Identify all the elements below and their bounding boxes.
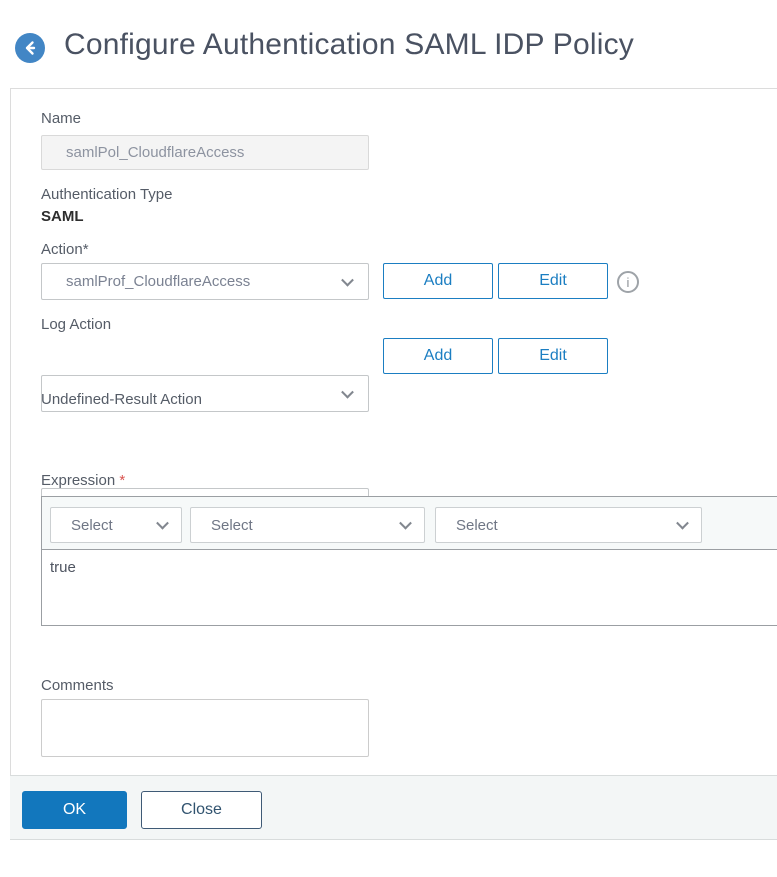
name-input[interactable] bbox=[41, 135, 369, 170]
action-dropdown-value: samlProf_CloudflareAccess bbox=[66, 273, 251, 290]
log-action-edit-button[interactable]: Edit bbox=[498, 338, 608, 374]
page-title: Configure Authentication SAML IDP Policy bbox=[64, 28, 634, 61]
expression-label: Expression * bbox=[41, 472, 126, 489]
action-edit-button[interactable]: Edit bbox=[498, 263, 608, 299]
undefined-result-action-label: Undefined-Result Action bbox=[41, 391, 202, 408]
ok-button[interactable]: OK bbox=[22, 791, 127, 829]
chevron-down-icon bbox=[341, 273, 354, 287]
chevron-down-icon bbox=[156, 516, 169, 530]
expression-select-2[interactable]: Select bbox=[190, 507, 425, 543]
chevron-down-icon bbox=[676, 516, 689, 530]
action-dropdown[interactable]: samlProf_CloudflareAccess bbox=[41, 263, 369, 300]
expression-select-3[interactable]: Select bbox=[435, 507, 702, 543]
expression-textarea[interactable]: true bbox=[42, 550, 777, 626]
info-icon[interactable]: i bbox=[617, 271, 639, 293]
name-label: Name bbox=[41, 110, 82, 127]
comments-label: Comments bbox=[41, 677, 114, 694]
comments-textarea[interactable] bbox=[41, 699, 369, 757]
action-add-button[interactable]: Add bbox=[383, 263, 493, 299]
arrow-left-icon bbox=[22, 40, 38, 56]
expression-toolbar: Select Select Select bbox=[42, 497, 777, 550]
close-button[interactable]: Close bbox=[141, 791, 262, 829]
expression-select-1[interactable]: Select bbox=[50, 507, 182, 543]
form-panel: Name Authentication Type SAML Action* sa… bbox=[10, 88, 777, 775]
authentication-type-label: Authentication Type bbox=[41, 186, 173, 203]
log-action-add-button[interactable]: Add bbox=[383, 338, 493, 374]
expression-editor: Select Select Select true bbox=[41, 496, 777, 626]
action-label: Action* bbox=[41, 241, 89, 258]
log-action-label: Log Action bbox=[41, 316, 112, 333]
back-button[interactable] bbox=[15, 33, 45, 63]
chevron-down-icon bbox=[399, 516, 412, 530]
authentication-type-value: SAML bbox=[41, 208, 84, 225]
chevron-down-icon bbox=[341, 385, 354, 399]
required-asterisk: * bbox=[119, 472, 126, 489]
